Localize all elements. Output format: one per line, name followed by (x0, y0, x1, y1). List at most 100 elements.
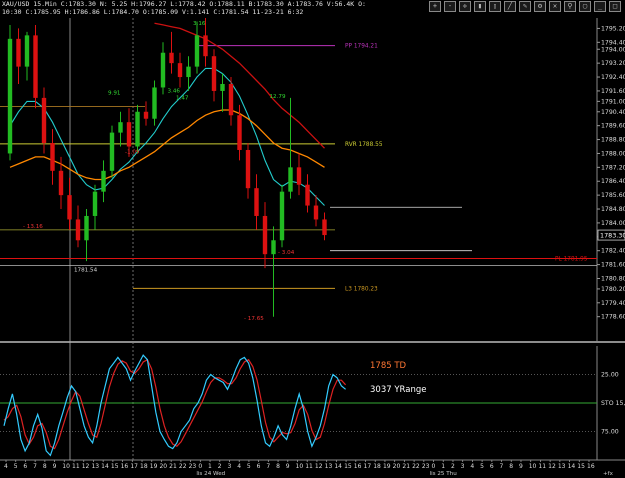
candle-body (160, 52, 166, 88)
candle-body (313, 205, 319, 220)
price-annotation: - 3.04 (278, 250, 295, 256)
price-tick-label: 1791.60 (601, 88, 625, 95)
bars-icon[interactable]: ▮ (474, 1, 486, 12)
time-tick-label: 18 (140, 463, 148, 470)
minimize-icon[interactable]: _ (594, 1, 606, 12)
candle-body (50, 143, 55, 171)
candle-body (101, 170, 106, 192)
price-annotation: 9.91 (108, 90, 121, 96)
candle-body (211, 56, 217, 91)
price-tick-label: 1785.60 (601, 192, 625, 199)
time-tick-label: 19 (383, 463, 391, 470)
time-tick-label: 17 (364, 463, 372, 470)
candle-body (177, 63, 183, 78)
td-label: 1785 TD (370, 361, 407, 371)
time-tick-label: 16 (587, 463, 595, 470)
candle-body (262, 215, 268, 255)
candle-body (152, 87, 157, 119)
time-tick-label: 22 (412, 463, 420, 470)
time-tick-label: 1 (208, 463, 212, 470)
candle-body (118, 122, 123, 133)
time-tick-label: 13 (325, 463, 333, 470)
time-tick-label: 5 (480, 463, 484, 470)
time-tick-label: 15 (577, 463, 585, 470)
price-annotation: 3.16 (193, 21, 206, 27)
candle-body (279, 191, 285, 241)
header-bar-info-line: 10:30 C:1785.95 H:1786.86 L:1784.70 O:17… (2, 8, 304, 16)
candle-body (322, 219, 327, 236)
time-tick-label: 13 (91, 463, 99, 470)
zoom-out-icon[interactable]: - (444, 1, 456, 12)
time-tick-label: 1 (441, 463, 445, 470)
chart-header: XAU/USD 15.Min C:1783.30 N: 5.25 H:1796.… (2, 0, 366, 17)
zoom-in-icon[interactable]: + (429, 1, 441, 12)
candles-icon[interactable]: ▯ (489, 1, 501, 12)
candle-body (271, 240, 276, 255)
time-tick-label: 6 (257, 463, 261, 470)
price-tick-label: 1784.00 (601, 220, 625, 227)
price-tick-label: 1795.20 (601, 25, 625, 32)
candle-body (245, 149, 251, 189)
candle-body (135, 111, 140, 147)
candle-body (126, 122, 132, 147)
time-tick-label: 14 (334, 463, 342, 470)
time-tick-label: 13 (558, 463, 566, 470)
price-tick-label: 1780.20 (601, 286, 625, 293)
candle-body (228, 83, 234, 116)
time-tick-label: 23 (189, 463, 197, 470)
pin-icon[interactable]: ⚲ (564, 1, 576, 12)
price-tick-label: 1781.60 (601, 262, 625, 269)
time-tick-label: 5 (14, 463, 18, 470)
price-tick-label: 1782.40 (601, 248, 625, 255)
price-level-label: L3 1780.23 (345, 286, 378, 292)
time-tick-label: 4 (237, 463, 241, 470)
price-tick-label: 1794.40 (601, 39, 625, 46)
time-tick-label: 8 (276, 463, 280, 470)
time-tick-label: 15 (344, 463, 352, 470)
time-tick-label: 9 (519, 463, 523, 470)
close-icon[interactable]: ✕ (549, 1, 561, 12)
price-annotation: - 13.16 (23, 224, 43, 230)
line-icon[interactable]: ╱ (504, 1, 516, 12)
maximize-icon[interactable]: □ (609, 1, 621, 12)
osc-tick-label: 75.00 (601, 429, 619, 436)
crosshair-icon[interactable]: ✛ (459, 1, 471, 12)
price-annotation: -1.09 (125, 149, 140, 155)
time-tick-label: 7 (500, 463, 504, 470)
yrange-label: 3037 YRange (370, 385, 426, 395)
draw-icon[interactable]: ✎ (519, 1, 531, 12)
window-icon[interactable]: ▢ (579, 1, 591, 12)
price-tick-label: 1779.40 (601, 300, 625, 307)
candle-body (194, 35, 200, 67)
time-tick-label: 16 (354, 463, 362, 470)
time-tick-label: 12 (315, 463, 323, 470)
price-tick-label: 1789.60 (601, 123, 625, 130)
price-annotation: - 17.65 (244, 316, 264, 322)
candle-body (92, 191, 98, 216)
time-tick-label: 10 (296, 463, 304, 470)
price-tick-label: 1794.00 (601, 46, 625, 53)
time-tick-label: 11 (72, 463, 80, 470)
time-tick-label: 12 (82, 463, 90, 470)
time-tick-label: 14 (568, 463, 576, 470)
price-tick-label: 1788.00 (601, 150, 625, 157)
price-tick-label: 1778.60 (601, 314, 625, 321)
time-tick-label: 6 (23, 463, 27, 470)
time-tick-label: 2 (218, 463, 222, 470)
settings-icon[interactable]: ⚙ (534, 1, 546, 12)
time-tick-label: 8 (43, 463, 47, 470)
candle-body (67, 195, 72, 220)
candle-body (237, 115, 242, 150)
candle-body (254, 188, 259, 216)
price-tick-label: 1790.40 (601, 109, 625, 116)
price-level-label: RVR 1788.55 (345, 142, 383, 148)
chart-background (0, 0, 625, 478)
candle-body (288, 167, 293, 192)
time-tick-label: 5 (247, 463, 251, 470)
time-tick-label: 17 (130, 463, 138, 470)
price-annotation: 1781.54 (74, 268, 98, 274)
time-tick-label: 20 (393, 463, 401, 470)
time-tick-label: 20 (159, 463, 167, 470)
price-tick-label: 1788.80 (601, 137, 625, 144)
time-tick-label: 6 (490, 463, 494, 470)
